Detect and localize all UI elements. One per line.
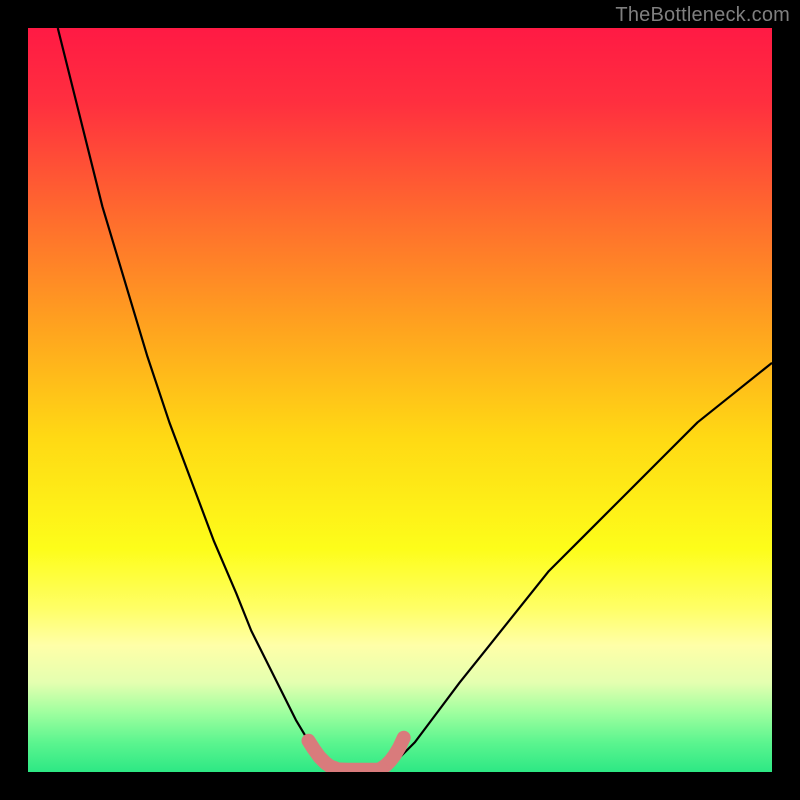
bottleneck-chart bbox=[0, 0, 800, 800]
watermark-text: TheBottleneck.com bbox=[615, 4, 790, 27]
chart-frame: TheBottleneck.com bbox=[0, 0, 800, 800]
gradient-background bbox=[28, 28, 772, 772]
